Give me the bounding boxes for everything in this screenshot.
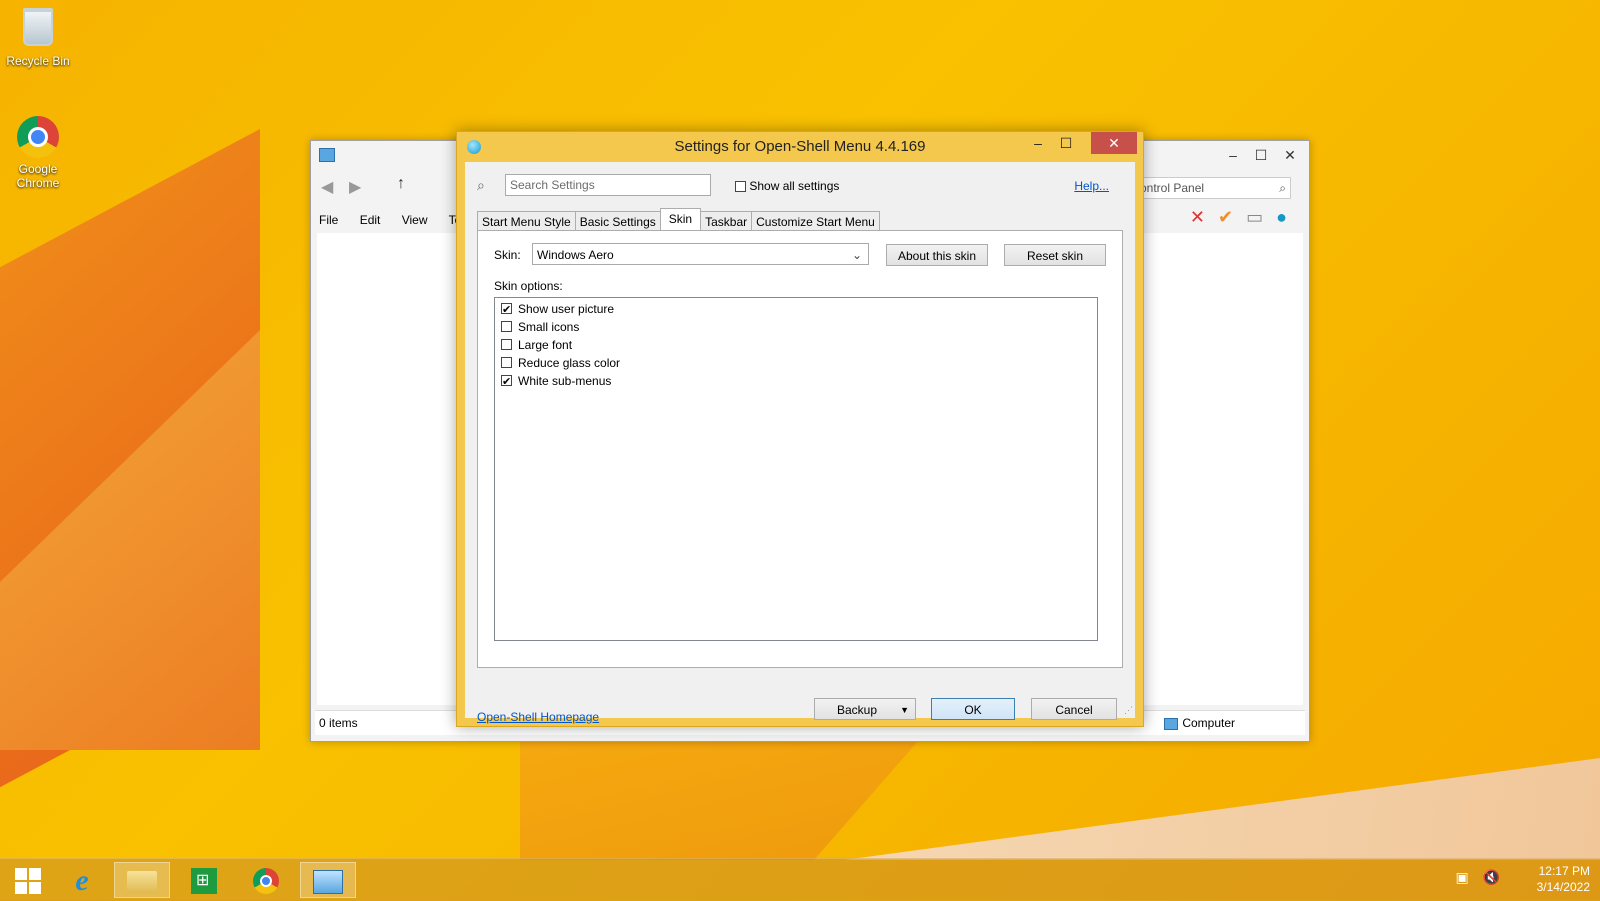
option-label: Small icons (518, 320, 580, 334)
search-row: ⌕ Show all settings Help... (477, 174, 1123, 198)
dialog-titlebar[interactable]: Settings for Open-Shell Menu 4.4.169 – ☐… (457, 132, 1143, 162)
maximize-button[interactable]: ☐ (1053, 132, 1079, 154)
computer-icon (1164, 717, 1179, 730)
option-reduce-glass-color[interactable]: Reduce glass color (501, 354, 620, 372)
chrome-icon (253, 867, 279, 894)
option-large-font[interactable]: Large font (501, 336, 572, 354)
skin-options-list: Show user picture Small icons Large font… (494, 297, 1098, 641)
search-icon: ⌕ (477, 177, 485, 193)
close-button[interactable]: ✕ (1275, 145, 1305, 165)
checkbox-icon (735, 181, 746, 193)
option-show-user-picture[interactable]: Show user picture (501, 300, 615, 319)
status-location-label: Computer (1182, 716, 1235, 730)
skin-options-label: Skin options: (494, 279, 563, 293)
taskbar-control-panel[interactable] (300, 862, 356, 898)
chevron-down-icon: ⌄ (851, 248, 862, 262)
backup-button[interactable]: Backup ▼ (814, 698, 916, 720)
show-all-settings-checkbox[interactable]: Show all settings (735, 179, 839, 193)
about-this-skin-button[interactable]: About this skin (886, 244, 988, 266)
minimize-button[interactable]: – (1025, 132, 1051, 154)
store-icon (191, 867, 217, 894)
status-computer: Computer (1164, 711, 1235, 735)
control-panel-icon (313, 869, 343, 894)
address-text: ontrol Panel (1140, 181, 1205, 195)
taskbar-file-explorer[interactable] (114, 862, 170, 898)
status-item-count: 0 items (319, 716, 358, 730)
backup-label: Backup (837, 703, 878, 717)
checkbox-checked-icon (501, 301, 512, 319)
desktop-icon-label: Recycle Bin (6, 54, 70, 68)
dialog-title: Settings for Open-Shell Menu 4.4.169 (674, 138, 926, 155)
open-shell-icon (467, 140, 481, 154)
system-tray-icons: ▣ 🔇 (1455, 869, 1500, 886)
clock-time: 12:17 PM (1538, 864, 1590, 878)
file-explorer-icon (127, 870, 157, 893)
shell-icon[interactable]: ● (1276, 207, 1287, 227)
desktop-icon-label: Google Chrome (16, 162, 60, 190)
taskbar: e ▣ 🔇 12:17 PM 3/14/2022 (0, 858, 1600, 901)
checkbox-icon (501, 339, 512, 351)
taskbar-store[interactable] (176, 862, 232, 898)
back-icon[interactable]: ◀ (321, 177, 333, 197)
option-label: Large font (518, 338, 573, 352)
menu-view[interactable]: View (402, 213, 428, 227)
up-arrow-icon[interactable]: ↑ (397, 175, 405, 193)
checkbox-icon (501, 357, 512, 369)
skin-dropdown-value: Windows Aero (537, 248, 614, 262)
network-icon[interactable]: ▣ (1455, 869, 1468, 885)
delete-icon[interactable]: ✕ (1190, 207, 1205, 227)
open-shell-homepage-link[interactable]: Open-Shell Homepage (477, 710, 599, 724)
settings-dialog[interactable]: Settings for Open-Shell Menu 4.4.169 – ☐… (456, 131, 1144, 727)
search-icon: ⌕ (1279, 181, 1286, 195)
menu-edit[interactable]: Edit (360, 213, 381, 227)
clock-date: 3/14/2022 (1536, 880, 1590, 894)
address-search-field[interactable]: ontrol Panel ⌕ (1135, 177, 1291, 199)
forward-icon[interactable]: ▶ (349, 177, 361, 197)
minimize-button[interactable]: – (1219, 145, 1247, 165)
dropdown-arrow-icon: ▼ (900, 705, 909, 715)
close-button[interactable]: ✕ (1091, 132, 1137, 154)
cancel-button[interactable]: Cancel (1031, 698, 1117, 720)
option-label: Show user picture (518, 302, 615, 316)
checkbox-icon (501, 321, 512, 333)
help-link[interactable]: Help... (1074, 179, 1109, 193)
checkbox-checked-icon (501, 373, 512, 391)
internet-explorer-icon: e (75, 863, 89, 897)
skin-dropdown[interactable]: Windows Aero ⌄ (532, 243, 869, 265)
desktop-icon-recycle-bin[interactable]: Recycle Bin (0, 8, 76, 68)
reset-skin-button[interactable]: Reset skin (1004, 244, 1106, 266)
skin-label: Skin: (494, 248, 521, 262)
start-icon (15, 867, 41, 894)
ok-button[interactable]: OK (931, 698, 1015, 720)
menu-file[interactable]: File (319, 213, 338, 227)
show-all-settings-label: Show all settings (749, 179, 840, 193)
maximize-button[interactable]: ☐ (1247, 145, 1275, 165)
properties-icon[interactable]: ▭ (1246, 207, 1263, 227)
clock[interactable]: 12:17 PM 3/14/2022 (1537, 863, 1590, 899)
desktop-icon-chrome[interactable]: Google Chrome (0, 116, 76, 190)
option-label: White sub-menus (518, 374, 612, 388)
control-panel-icon (319, 148, 335, 162)
skin-row: Skin: Windows Aero ⌄ About this skin Res… (494, 243, 1108, 267)
resize-grip-icon[interactable]: ⋰ (1124, 705, 1133, 716)
search-settings-input[interactable] (505, 174, 711, 196)
start-button[interactable] (0, 862, 56, 898)
dialog-body: ⌕ Show all settings Help... Start Menu S… (465, 162, 1135, 724)
option-label: Reduce glass color (518, 356, 621, 370)
option-white-sub-menus[interactable]: White sub-menus (501, 372, 612, 391)
toolbar-icons: ✕ ✔ ▭ ● (1190, 207, 1287, 228)
option-small-icons[interactable]: Small icons (501, 318, 579, 336)
chrome-icon (17, 116, 59, 160)
recycle-bin-icon (17, 8, 59, 52)
taskbar-internet-explorer[interactable]: e (54, 862, 110, 898)
taskbar-chrome[interactable] (238, 862, 294, 898)
settings-tabs: Start Menu Style Basic Settings Skin Taskba… (477, 208, 880, 233)
volume-muted-icon[interactable]: 🔇 (1483, 869, 1500, 885)
skin-tab-panel: Skin: Windows Aero ⌄ About this skin Res… (477, 230, 1123, 668)
checkmark-icon[interactable]: ✔ (1218, 207, 1233, 227)
